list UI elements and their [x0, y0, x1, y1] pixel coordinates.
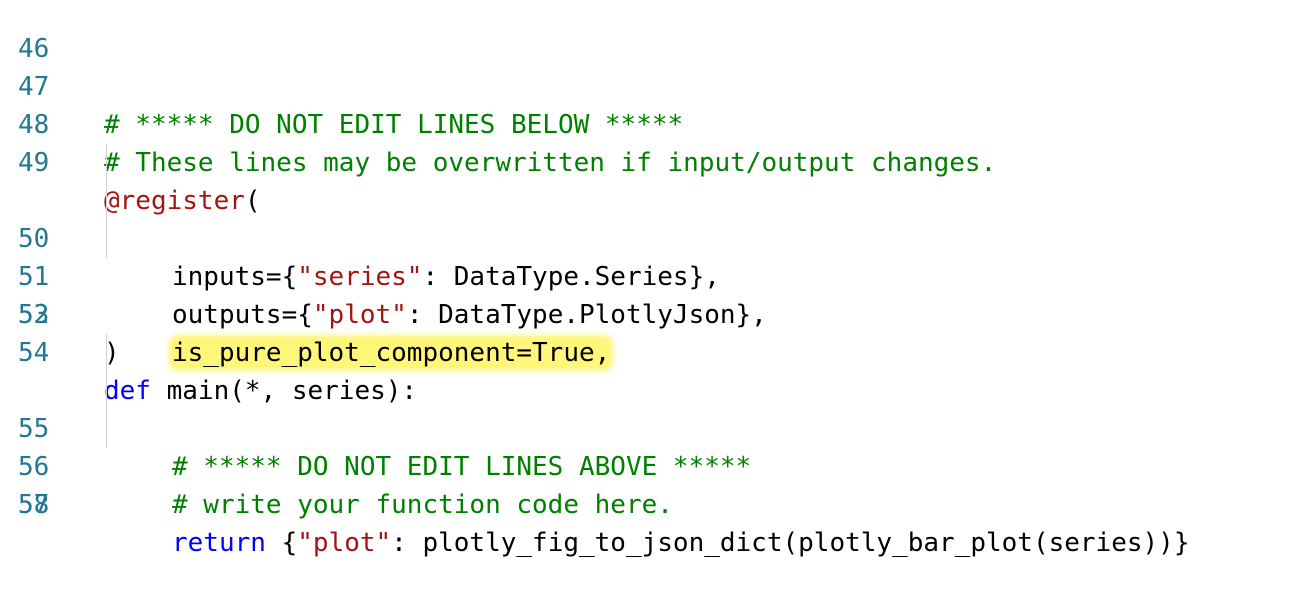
code-line[interactable]: 55 # ***** DO NOT EDIT LINES ABOVE *****	[0, 334, 1309, 482]
code-line[interactable]: 46	[0, 0, 1309, 64]
code-line[interactable]: 54 def main(*, series):	[0, 296, 1309, 406]
code-editor[interactable]: 46 47 # ***** DO NOT EDIT LINES BELOW **…	[0, 0, 1309, 558]
indent-guide	[106, 372, 107, 410]
code-line[interactable]: 52 is_pure_plot_component=True,	[0, 220, 1309, 368]
keyword: return	[172, 528, 266, 558]
code-text: : plotly_fig_to_json_dict(plotly_bar_plo…	[391, 528, 1190, 558]
code-line[interactable]: 49 @register(	[0, 106, 1309, 216]
code-line[interactable]: 58	[0, 448, 1309, 520]
comment: # write your function code here.	[172, 490, 673, 520]
indent-guide	[106, 410, 107, 448]
indent-guide	[106, 334, 107, 372]
indent-guide	[106, 220, 107, 258]
string-literal: "plot"	[297, 528, 392, 558]
code-text: {	[265, 528, 298, 558]
code-line[interactable]: 48 # These lines may be overwritten if i…	[0, 68, 1309, 178]
code-line[interactable]: 56 # write your function code here.	[0, 372, 1309, 520]
code-line[interactable]: 53 )	[0, 258, 1309, 368]
indent-guide	[106, 182, 107, 220]
code-line[interactable]: 50 inputs={"series": DataType.Series},	[0, 144, 1309, 292]
indent-guide	[106, 144, 107, 182]
code-line[interactable]: 47 # ***** DO NOT EDIT LINES BELOW *****	[0, 30, 1309, 140]
code-line[interactable]: 51 outputs={"plot": DataType.PlotlyJson}…	[0, 182, 1309, 330]
code-line[interactable]: 57 return {"plot": plotly_fig_to_json_di…	[0, 410, 1309, 558]
